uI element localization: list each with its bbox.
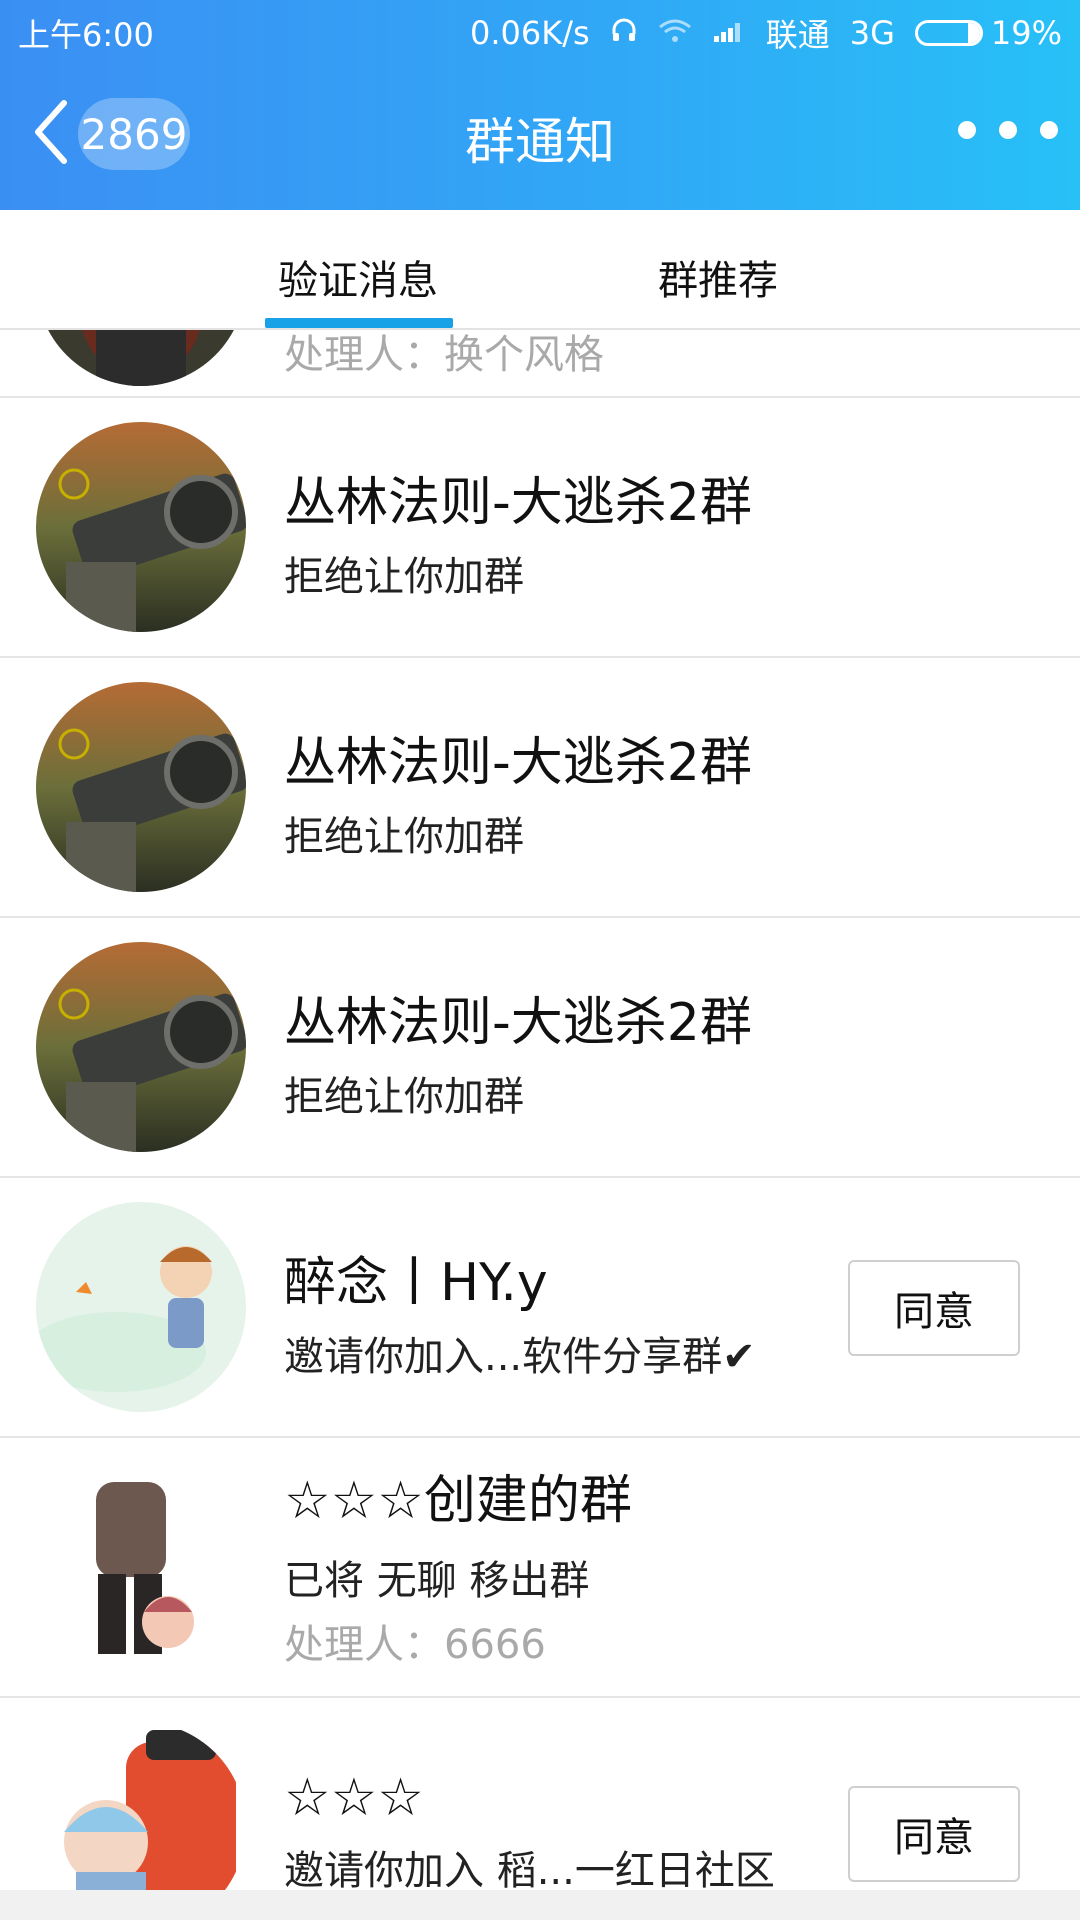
avatar: [36, 1722, 246, 1890]
more-dots-icon: [958, 121, 976, 139]
notification-list: 处理人：换个风格 丛林法则-大逃杀2群 拒绝让你加群 丛林法则-大逃杀2群 拒绝…: [0, 330, 1080, 1890]
list-item[interactable]: ☆☆☆创建的群 已将 无聊 移出群 处理人：6666: [0, 1438, 1080, 1698]
wifi-icon: [658, 14, 692, 52]
battery-icon: [914, 20, 983, 46]
item-subtitle: 拒绝让你加群: [284, 554, 524, 600]
avatar: [36, 330, 246, 386]
battery: 19%: [914, 14, 1062, 52]
avatar: [36, 1462, 246, 1672]
network-type: 3G: [849, 14, 895, 52]
status-right: 0.06K/s 联通 3G 19%: [470, 10, 1062, 56]
carrier: 联通: [765, 16, 830, 54]
title-bar: 2869 群通知: [0, 62, 1080, 210]
agree-button[interactable]: 同意: [848, 1786, 1020, 1882]
top-bar: 上午6:00 0.06K/s 联通 3G 19% 2869 群通知: [0, 0, 1080, 210]
network-speed: 0.06K/s: [470, 14, 590, 52]
item-title: 丛林法则-大逃杀2群: [284, 473, 752, 533]
avatar: [36, 1202, 246, 1412]
item-subtitle: 邀请你加入...软件分享群✔: [284, 1334, 756, 1380]
handler-text: 处理人：换个风格: [284, 332, 604, 378]
handler-text: 处理人：6666: [284, 1622, 546, 1668]
status-time: 上午6:00: [18, 16, 154, 54]
bottom-edge: [0, 1890, 1080, 1920]
page-title: 群通知: [465, 113, 615, 171]
item-title: 丛林法则-大逃杀2群: [284, 993, 752, 1053]
agree-button[interactable]: 同意: [848, 1260, 1020, 1356]
tab-bar: 验证消息 群推荐: [0, 210, 1080, 330]
status-bar: 上午6:00 0.06K/s 联通 3G 19%: [0, 0, 1080, 62]
list-item[interactable]: 丛林法则-大逃杀2群 拒绝让你加群: [0, 658, 1080, 918]
list-item[interactable]: 醉念丨HY.y 邀请你加入...软件分享群✔ 同意: [0, 1178, 1080, 1438]
tab-active-indicator: [265, 318, 453, 328]
item-subtitle: 已将 无聊 移出群: [284, 1558, 590, 1604]
avatar: [36, 942, 246, 1152]
battery-percent: 19%: [990, 14, 1062, 52]
item-subtitle: 拒绝让你加群: [284, 814, 524, 860]
item-title: 丛林法则-大逃杀2群: [284, 733, 752, 793]
item-title: ☆☆☆: [284, 1768, 424, 1828]
tab-verify-messages[interactable]: 验证消息: [278, 248, 438, 306]
item-subtitle: 拒绝让你加群: [284, 1074, 524, 1120]
signal-icon: [712, 14, 746, 52]
tab-group-recommend[interactable]: 群推荐: [658, 248, 778, 306]
list-item[interactable]: 丛林法则-大逃杀2群 拒绝让你加群: [0, 918, 1080, 1178]
list-item[interactable]: ☆☆☆ 邀请你加入 稻...一红日社区 同意: [0, 1698, 1080, 1890]
list-item[interactable]: 处理人：换个风格: [0, 330, 1080, 398]
avatar: [36, 422, 246, 632]
item-subtitle: 邀请你加入 稻...一红日社区: [284, 1848, 775, 1890]
headset-icon: [610, 14, 638, 52]
list-item[interactable]: 丛林法则-大逃杀2群 拒绝让你加群: [0, 398, 1080, 658]
item-title: ☆☆☆创建的群: [284, 1471, 632, 1531]
avatar: [36, 682, 246, 892]
item-title: 醉念丨HY.y: [284, 1253, 548, 1313]
more-button[interactable]: [958, 106, 1058, 154]
